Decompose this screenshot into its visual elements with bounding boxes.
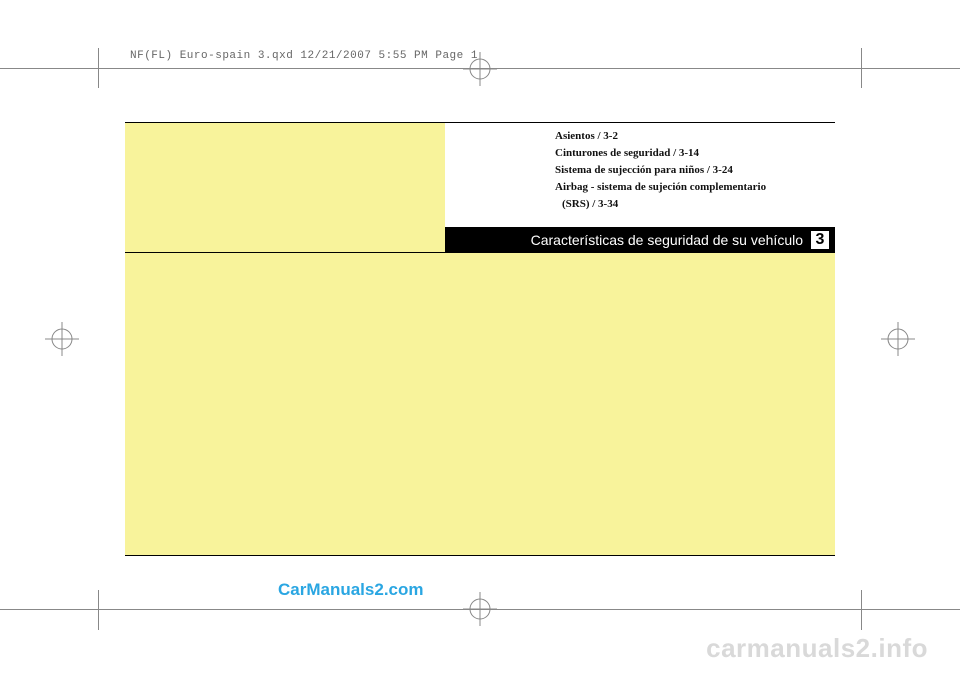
toc-line: (SRS) / 3-34 [555,196,766,213]
toc-line: Cinturones de seguridad / 3-14 [555,145,766,162]
chapter-title-bar: Características de seguridad de su vehíc… [445,227,835,253]
print-header-text: NF(FL) Euro-spain 3.qxd 12/21/2007 5:55 … [130,50,478,62]
horizontal-rule [125,555,835,556]
chapter-number: 3 [809,229,831,251]
toc-line: Asientos / 3-2 [555,128,766,145]
chapter-title: Características de seguridad de su vehíc… [531,232,809,248]
crop-tick-top-left [98,48,99,88]
registration-mark-icon [463,592,497,626]
crop-tick-top-right [861,48,862,88]
yellow-block-bottom [125,253,835,555]
registration-mark-icon [45,322,79,356]
page-content: Asientos / 3-2 Cinturones de seguridad /… [125,122,835,556]
watermark-carmanuals2-com: CarManuals2.com [278,580,424,600]
toc-line: Sistema de sujección para niños / 3-24 [555,162,766,179]
yellow-block-top [125,123,445,252]
crop-tick-bottom-left [98,590,99,630]
table-of-contents: Asientos / 3-2 Cinturones de seguridad /… [555,128,766,213]
registration-mark-icon [881,322,915,356]
crop-tick-bottom-right [861,590,862,630]
toc-line: Airbag - sistema de sujeción complementa… [555,179,766,196]
horizontal-rule [125,122,835,123]
watermark-carmanuals2-info: carmanuals2.info [706,633,928,664]
